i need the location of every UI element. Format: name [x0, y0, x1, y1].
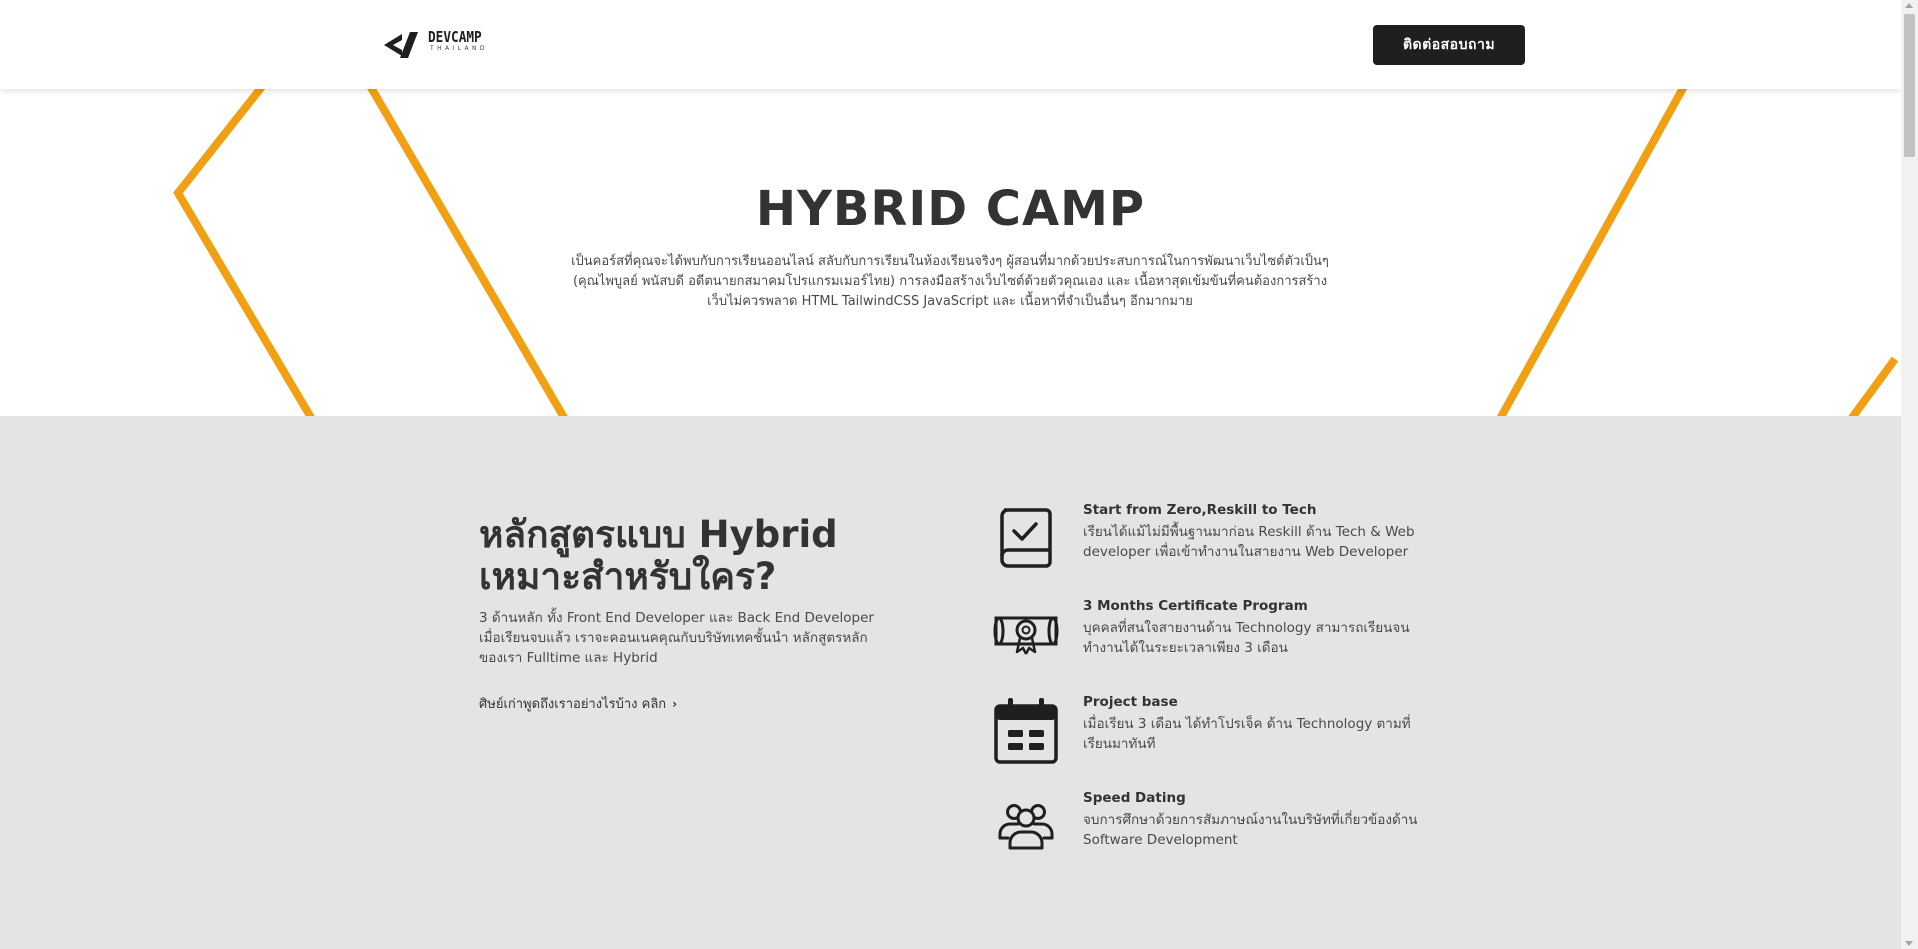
- feature-description: บุคคลที่สนใจสายงานด้าน Technology สามารถ…: [1083, 620, 1410, 656]
- alumni-link-label: ศิษย์เก่าพูดถึงเราอย่างไรบ้าง คลิก: [479, 697, 667, 712]
- devcamp-logo[interactable]: DEVCAMP THAILAND: [382, 30, 491, 60]
- scroll-down-arrow-icon[interactable]: [1905, 941, 1913, 946]
- feature-title: Start from Zero,Reskill to Tech: [1083, 502, 1317, 518]
- book-check-icon: [1000, 508, 1052, 568]
- code-bracket-icon: [384, 32, 418, 58]
- chevron-right-icon: ›: [672, 696, 678, 711]
- hero-description: เป็นคอร์สที่คุณจะได้พบกับการเรียนออนไลน์…: [571, 254, 1329, 309]
- section-description: 3 ด้านหลัก ทั้ง Front End Developer และ …: [479, 610, 874, 666]
- page: DEVCAMP THAILAND ติดต่อสอบถาม HYBRID CAM…: [0, 0, 1901, 949]
- scrollbar-thumb[interactable]: [1904, 14, 1915, 157]
- contact-button[interactable]: ติดต่อสอบถาม: [1373, 25, 1525, 65]
- hybrid-audience-section: หลักสูตรแบบ Hybrid เหมาะสำหรับใคร? 3 ด้า…: [0, 416, 1901, 949]
- feature-description: เรียนได้แม้ไม่มีพื้นฐานมาก่อน Reskill ด้…: [1083, 524, 1415, 560]
- people-group-icon: [998, 804, 1054, 850]
- logo-subtitle: THAILAND: [430, 45, 488, 52]
- feature-item: Start from Zero,Reskill to Tech เรียนได้…: [990, 502, 1430, 576]
- scroll-up-arrow-icon[interactable]: [1905, 3, 1913, 8]
- page-scrollbar[interactable]: [1901, 0, 1918, 949]
- site-header: DEVCAMP THAILAND ติดต่อสอบถาม: [0, 0, 1901, 89]
- certificate-icon: [993, 616, 1059, 655]
- feature-item: Speed Dating จบการศึกษาด้วยการสัมภาษณ์งา…: [990, 790, 1430, 864]
- feature-title: Speed Dating: [1083, 790, 1186, 806]
- feature-description: จบการศึกษาด้วยการสัมภาษณ์งานในบริษัทที่เ…: [1083, 812, 1418, 848]
- calendar-icon: [994, 698, 1058, 764]
- feature-title: Project base: [1083, 694, 1178, 710]
- hero-section: HYBRID CAMP เป็นคอร์สที่คุณจะได้พบกับการ…: [0, 89, 1901, 416]
- section-title: หลักสูตรแบบ Hybrid เหมาะสำหรับใคร?: [479, 513, 838, 598]
- alumni-reviews-link[interactable]: ศิษย์เก่าพูดถึงเราอย่างไรบ้าง คลิก ›: [479, 693, 677, 714]
- hero-title: HYBRID CAMP: [755, 181, 1146, 237]
- feature-item: 3 Months Certificate Program บุคคลที่สนใ…: [990, 598, 1430, 672]
- feature-item: Project base เมื่อเรียน 3 เดือน ได้ทำโปร…: [990, 694, 1430, 768]
- feature-title: 3 Months Certificate Program: [1083, 598, 1308, 614]
- logo-wordmark: DEVCAMP: [428, 28, 482, 46]
- feature-description: เมื่อเรียน 3 เดือน ได้ทำโปรเจ็ค ด้าน Tec…: [1083, 716, 1411, 752]
